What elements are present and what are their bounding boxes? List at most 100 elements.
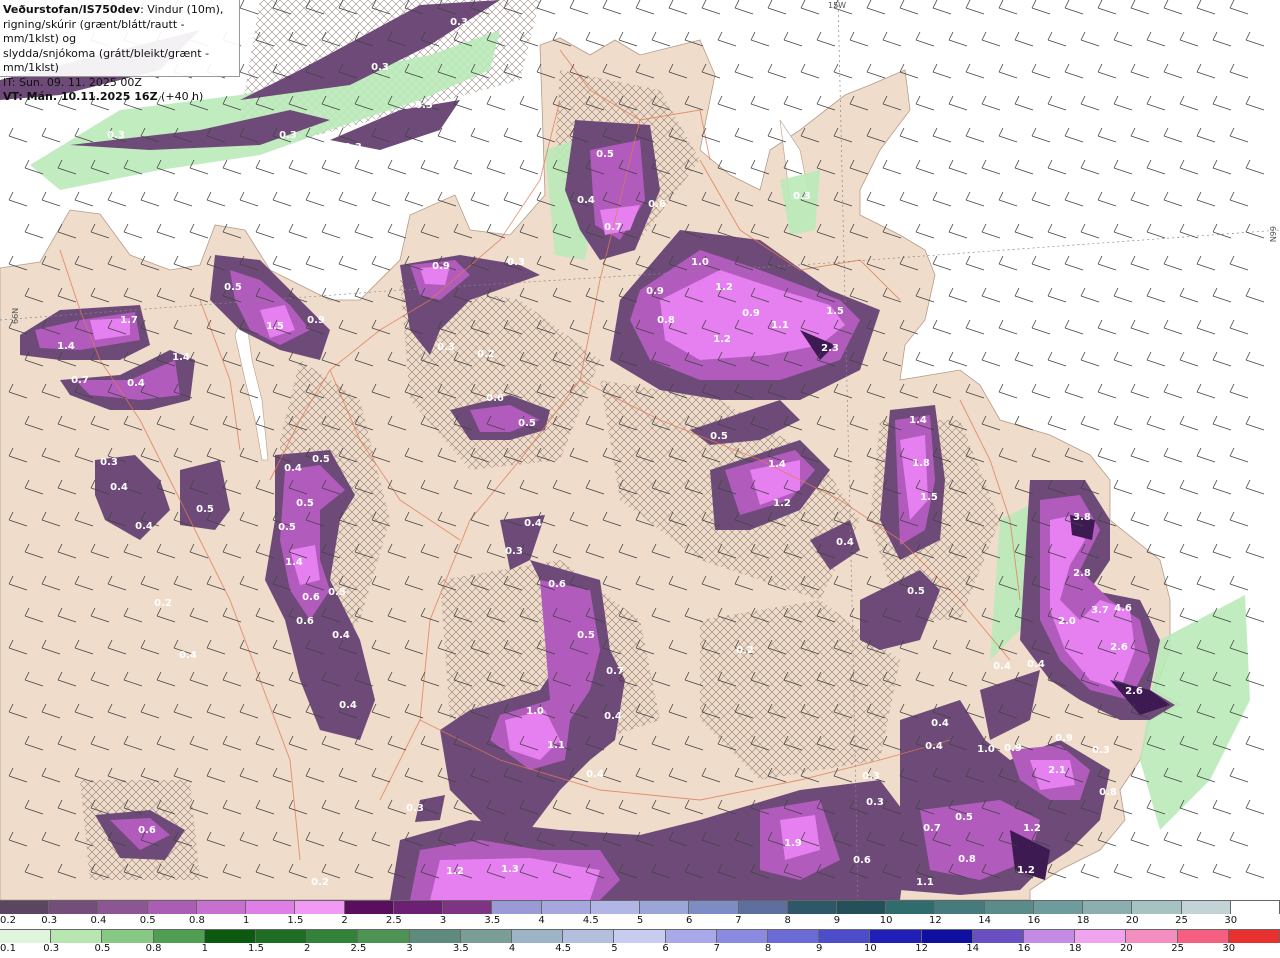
precip-value: 0.8 [958, 854, 976, 865]
scale-label: 7 [735, 915, 742, 926]
precip-value: 0.5 [955, 812, 973, 823]
scale-swatch [665, 930, 717, 943]
precip-value: 0.7 [604, 222, 622, 233]
scale-label: 3 [406, 943, 413, 954]
scale-label: 0.8 [188, 915, 205, 926]
precip-value: 0.2 [477, 349, 495, 360]
scale-label: 14 [966, 943, 980, 954]
precip-value: 0.6 [296, 616, 314, 627]
scale-label: 4 [538, 915, 545, 926]
precip-value: 0.8 [1099, 787, 1117, 798]
scale-swatch [738, 901, 788, 914]
precip-value: 0.3 [107, 130, 125, 141]
precip-value: 3.8 [1073, 512, 1091, 523]
scale-label: 4 [508, 943, 516, 954]
precip-value: 0.3 [406, 803, 424, 814]
scale-swatch [984, 901, 1034, 914]
precip-value: 0.4 [993, 661, 1011, 672]
precip-value: 0.5 [710, 431, 728, 442]
precip-value: 0.9 [1004, 743, 1022, 754]
scale-label: 6 [662, 943, 669, 954]
precip-value: 0.5 [328, 587, 346, 598]
scale-swatch [196, 901, 247, 914]
precip-value: 0.3 [450, 17, 468, 28]
scale-swatch [640, 901, 690, 914]
scale-label: 16 [1017, 943, 1031, 954]
scale-label: 10 [879, 915, 893, 926]
precip-value: 1.4 [768, 459, 786, 470]
precip-value: 0.3 [100, 457, 118, 468]
scale-label: 2.5 [350, 943, 367, 954]
scale-swatch [1181, 901, 1231, 914]
precip-value: 1.0 [691, 257, 709, 268]
scale-swatch [1033, 901, 1084, 914]
scale-label: 9 [816, 943, 823, 954]
precip-value: 0.4 [135, 521, 153, 532]
precip-value: 1.5 [266, 321, 284, 332]
snow-scale-labels: 0.2 0.3 0.4 0.5 0.8 1 1.5 2 2.5 3 3.5 4 4.5 5 6 7 8 9 10 12… [0, 915, 1280, 929]
precip-value: 1.7 [120, 315, 138, 326]
initial-time: IT: Sun. 09. 11. 2025 00Z [3, 75, 142, 89]
scale-swatch [102, 930, 154, 943]
scale-label: 20 [1125, 915, 1139, 926]
precip-value: 0.6 [302, 592, 320, 603]
scale-label: 8 [784, 915, 791, 926]
scale-swatch [443, 901, 493, 914]
precip-value: 0.3 [279, 130, 297, 141]
precip-value: 0.7 [923, 823, 941, 834]
scale-swatch [153, 930, 205, 943]
scale-label: 2 [304, 943, 311, 954]
precip-value: 0.6 [486, 393, 504, 404]
scale-swatch [972, 930, 1025, 943]
precip-value: 0.5 [577, 630, 595, 641]
scale-swatch [819, 930, 871, 943]
scale-label: 0.4 [90, 915, 107, 926]
scale-swatch [460, 930, 513, 943]
scale-swatch [1177, 930, 1229, 943]
scale-swatch [921, 930, 973, 943]
scale-label: 20 [1120, 943, 1133, 954]
scale-swatch [344, 901, 394, 914]
precip-value: 1.1 [547, 740, 565, 751]
scale-swatch [541, 901, 591, 914]
description-line-1: : Vindur (10m), [140, 3, 224, 16]
scale-swatch [0, 930, 52, 943]
precip-value: 1.0 [977, 744, 995, 755]
precip-value: 0.3 [1092, 745, 1110, 756]
scale-label: 16 [1027, 915, 1041, 926]
scale-label: 6 [686, 915, 693, 926]
description-line-2: rigning/skúrir (grænt/blátt/rautt - mm/1… [3, 17, 185, 46]
scale-swatch [689, 901, 739, 914]
precip-value: 0.5 [907, 586, 925, 597]
scale-label: 4.5 [555, 943, 572, 954]
scale-swatch [49, 901, 99, 914]
precip-value: 0.6 [548, 579, 566, 590]
weather-map: 15W 66N 66N 0.30.30.30.30.30.30.50.4 0.60… [0, 0, 1280, 900]
scale-label: 12 [929, 915, 942, 926]
precip-value: 1.2 [1017, 865, 1035, 876]
scale-swatch [512, 930, 564, 943]
precip-value: 3.7 [1091, 605, 1109, 616]
precip-value: 1.8 [912, 458, 930, 469]
precip-value: 0.4 [836, 537, 854, 548]
precip-value: 0.3 [415, 100, 433, 111]
scale-swatch [787, 901, 837, 914]
scale-swatch [307, 930, 359, 943]
precip-value: 0.7 [71, 375, 89, 386]
precip-value: 0.5 [278, 522, 296, 533]
rain-scale-labels: 0.1 0.3 0.5 0.8 1 1.5 2 2.5 3 3.5 4 4.5 5 6 7 8 9 10 12 14 1… [0, 943, 1280, 957]
scale-swatch [1075, 930, 1127, 943]
scale-swatch [246, 901, 296, 914]
precip-value: 0.6 [853, 855, 871, 866]
scale-label: 18 [1068, 943, 1082, 954]
scale-swatch [492, 901, 542, 914]
precip-value: 2.3 [821, 343, 839, 354]
scale-label: 2 [341, 915, 348, 926]
precip-value: 0.8 [657, 315, 675, 326]
scale-swatch [204, 930, 257, 943]
scale-label: 0.3 [41, 915, 58, 926]
precip-value: 0.2 [311, 877, 329, 888]
map-info-box: Veðurstofan/IS750dev: Vindur (10m), rign… [0, 0, 240, 103]
scale-swatch [836, 901, 887, 914]
scale-label: 0.3 [43, 943, 60, 954]
